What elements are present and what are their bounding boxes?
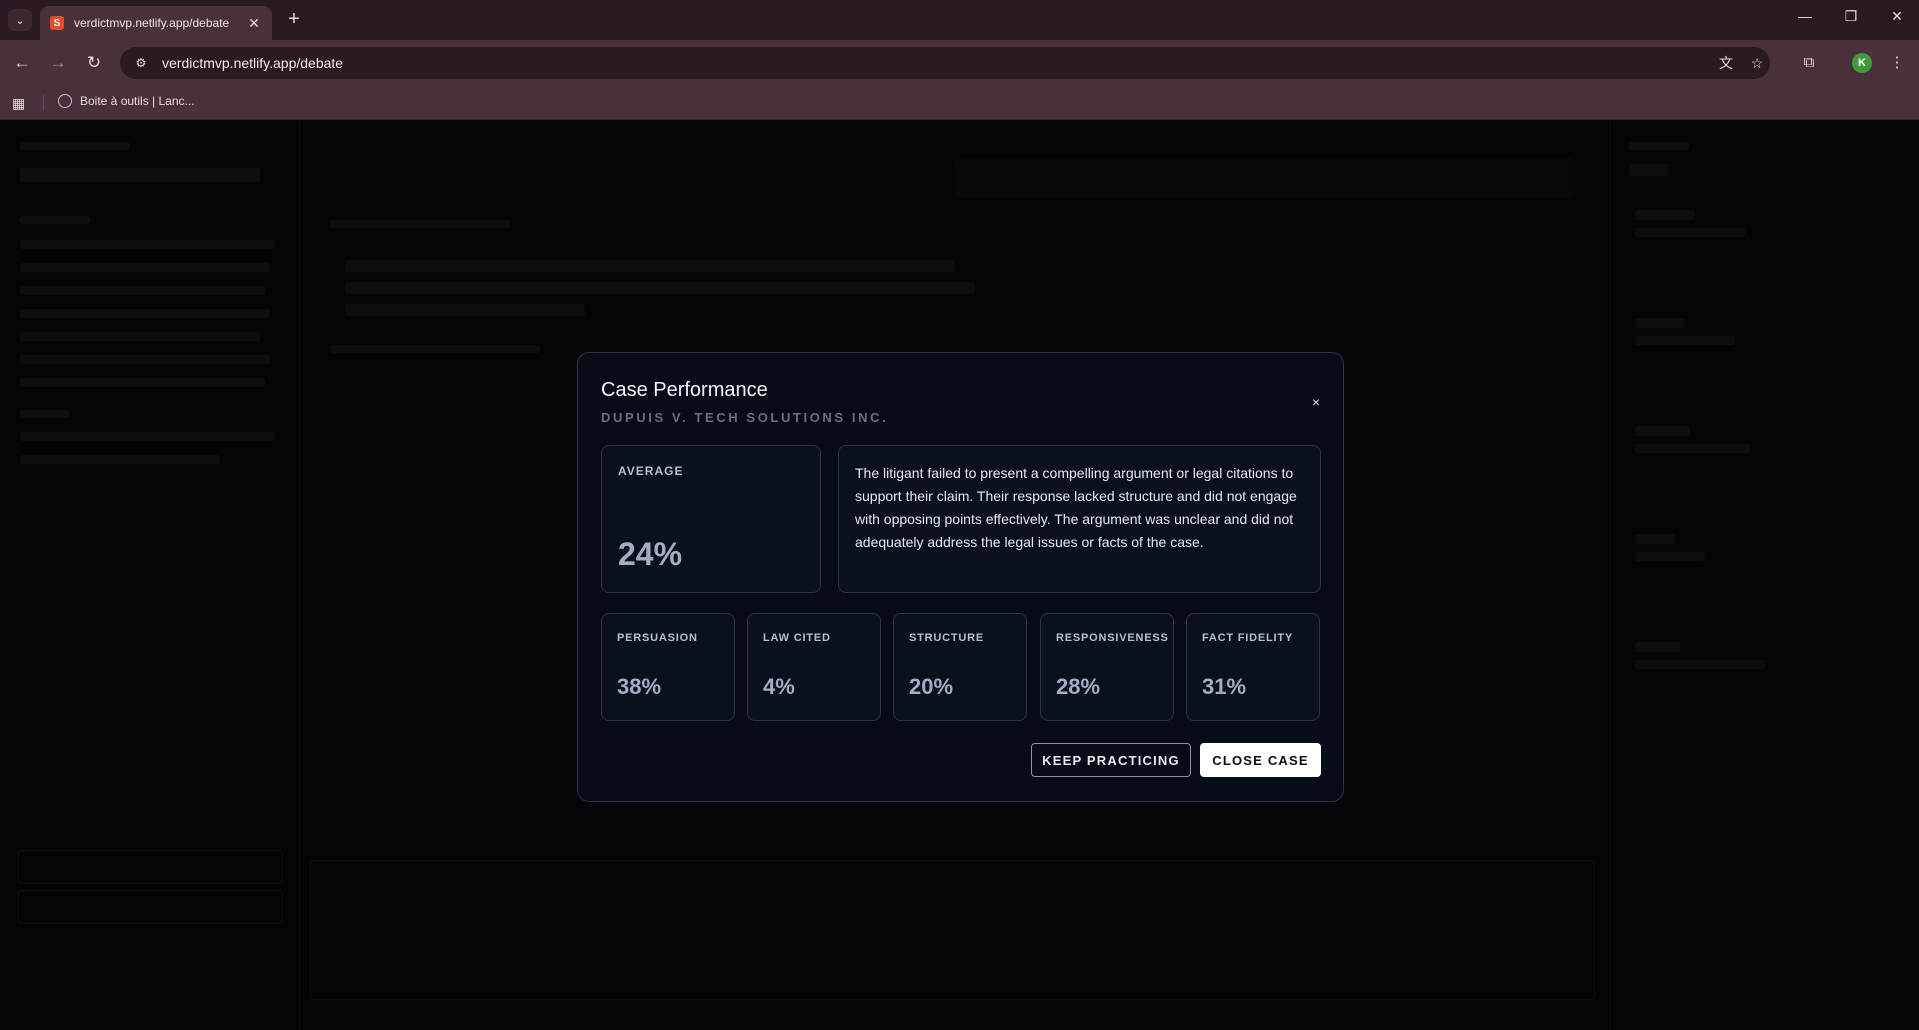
bookmark-label: Boite à outils | Lanc... (80, 94, 195, 108)
back-button[interactable]: ← (10, 51, 34, 75)
case-name: DUPUIS V. TECH SOLUTIONS INC. (601, 410, 889, 425)
metric-value: 4% (763, 674, 795, 699)
svelte-icon: S (50, 16, 64, 30)
metric-value: 28% (1056, 674, 1101, 699)
bookmarks-bar: ▦ Boite à outils | Lanc... (0, 86, 1919, 120)
metric-card-responsiveness: RESPONSIVENESS 28% (1040, 613, 1174, 721)
star-icon[interactable]: ☆ (1747, 53, 1767, 73)
metric-label: STRUCTURE (909, 632, 985, 644)
address-bar[interactable]: ⚙ verdictmvp.netlify.app/debate 文 ☆ (120, 47, 1770, 79)
maximize-button[interactable]: ❐ (1836, 8, 1866, 25)
feedback-summary-text: The litigant failed to present a compell… (855, 465, 1297, 550)
metric-value: 38% (617, 674, 662, 699)
average-value: 24% (618, 536, 683, 572)
close-icon[interactable]: ✕ (246, 15, 262, 32)
tune-icon[interactable]: ⚙ (130, 52, 152, 74)
arrow-left-icon: ← (13, 53, 31, 72)
average-score-card: AVERAGE 24% (601, 445, 821, 593)
kebab-menu-icon[interactable]: ⋮ (1885, 51, 1909, 75)
reload-button[interactable]: ↻ (82, 51, 106, 75)
chevron-down-icon: ⌄ (15, 14, 25, 27)
metric-label: LAW CITED (763, 632, 831, 644)
reload-icon: ↻ (86, 53, 102, 72)
feedback-summary-card: The litigant failed to present a compell… (838, 445, 1321, 593)
modal-title: Case Performance (601, 379, 768, 401)
bookmark-item[interactable]: Boite à outils | Lanc... (58, 94, 195, 108)
translate-icon[interactable]: 文 (1716, 53, 1736, 73)
metric-label: RESPONSIVENESS (1056, 632, 1169, 644)
metric-card-persuasion: PERSUASION 38% (601, 613, 735, 721)
close-case-button[interactable]: CLOSE CASE (1200, 743, 1321, 777)
minimize-button[interactable]: — (1790, 8, 1820, 24)
avatar[interactable]: K (1852, 53, 1872, 73)
bookmarks-divider (43, 95, 44, 111)
keep-practicing-button[interactable]: KEEP PRACTICING (1031, 743, 1191, 777)
new-tab-button[interactable]: + (282, 8, 306, 32)
url-text[interactable]: verdictmvp.netlify.app/debate (162, 55, 343, 71)
plus-icon: + (288, 8, 300, 30)
metric-card-fact-fidelity: FACT FIDELITY 31% (1186, 613, 1320, 721)
arrow-right-icon: → (49, 53, 67, 72)
globe-icon (58, 94, 72, 108)
browser-toolbar: ← → ↻ ⚙ verdictmvp.netlify.app/debate 文 … (0, 40, 1919, 86)
metric-value: 20% (909, 674, 954, 699)
window-close-button[interactable]: ✕ (1882, 8, 1912, 25)
browser-tab-strip: ⌄ S verdictmvp.netlify.app/debate ✕ + — … (0, 0, 1919, 40)
metric-card-structure: STRUCTURE 20% (893, 613, 1027, 721)
tab-title: verdictmvp.netlify.app/debate (74, 16, 230, 30)
close-icon[interactable]: × (1307, 393, 1325, 411)
forward-button[interactable]: → (46, 51, 70, 75)
apps-grid-icon[interactable]: ▦ (12, 95, 28, 111)
metric-value: 31% (1202, 674, 1247, 699)
metric-card-law-cited: LAW CITED 4% (747, 613, 881, 721)
tab-list-button[interactable]: ⌄ (8, 9, 32, 31)
browser-tab-active[interactable]: S verdictmvp.netlify.app/debate ✕ (40, 6, 272, 40)
metric-label: PERSUASION (617, 632, 698, 644)
case-performance-modal: Case Performance DUPUIS V. TECH SOLUTION… (577, 352, 1344, 802)
metric-label: FACT FIDELITY (1202, 632, 1294, 644)
average-label: AVERAGE (618, 464, 684, 478)
puzzle-icon[interactable]: ⧉ (1797, 51, 1821, 75)
